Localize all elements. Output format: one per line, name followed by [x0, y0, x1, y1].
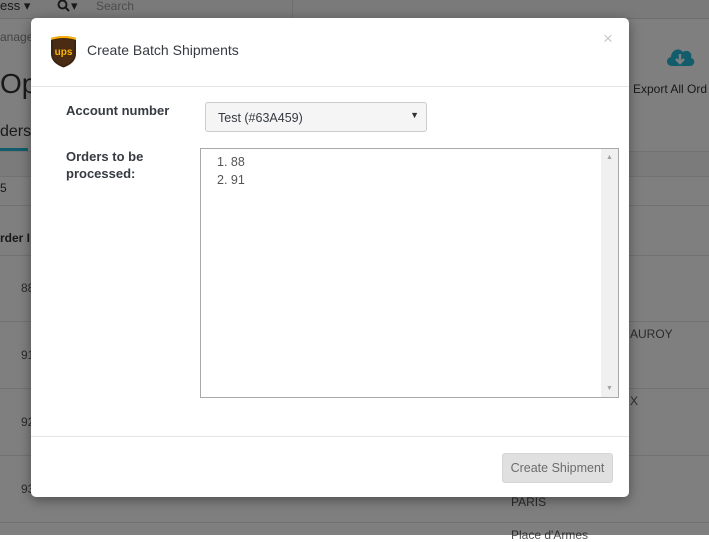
modal-title: Create Batch Shipments [87, 42, 239, 58]
orders-textarea[interactable]: 1. 88 2. 91 ▲ ▼ [200, 148, 619, 398]
orders-label-line1: Orders to be [66, 149, 144, 164]
scrollbar[interactable]: ▲ ▼ [601, 149, 618, 397]
list-item: 2. 91 [217, 173, 245, 187]
chevron-down-icon: ▼ [410, 110, 419, 120]
account-number-label: Account number [66, 103, 170, 118]
svg-text:ups: ups [55, 47, 73, 58]
ups-logo: ups [51, 36, 76, 68]
modal-footer: Create Shipment [31, 436, 629, 498]
close-button[interactable]: × [600, 30, 616, 48]
modal-header: ups Create Batch Shipments × [31, 18, 629, 87]
account-number-value: Test (#63A459) [218, 111, 303, 125]
scroll-down-arrow-icon[interactable]: ▼ [601, 380, 618, 397]
scroll-up-arrow-icon[interactable]: ▲ [601, 149, 618, 166]
batch-shipment-modal: ups Create Batch Shipments × Account num… [31, 18, 629, 497]
orders-list: 1. 88 2. 91 [217, 153, 245, 189]
orders-label-line2: processed: [66, 166, 136, 181]
create-shipment-button[interactable]: Create Shipment [502, 453, 613, 483]
list-item: 1. 88 [217, 155, 245, 169]
account-number-select[interactable]: Test (#63A459) ▼ [205, 102, 427, 132]
orders-label: Orders to be processed: [66, 148, 143, 182]
